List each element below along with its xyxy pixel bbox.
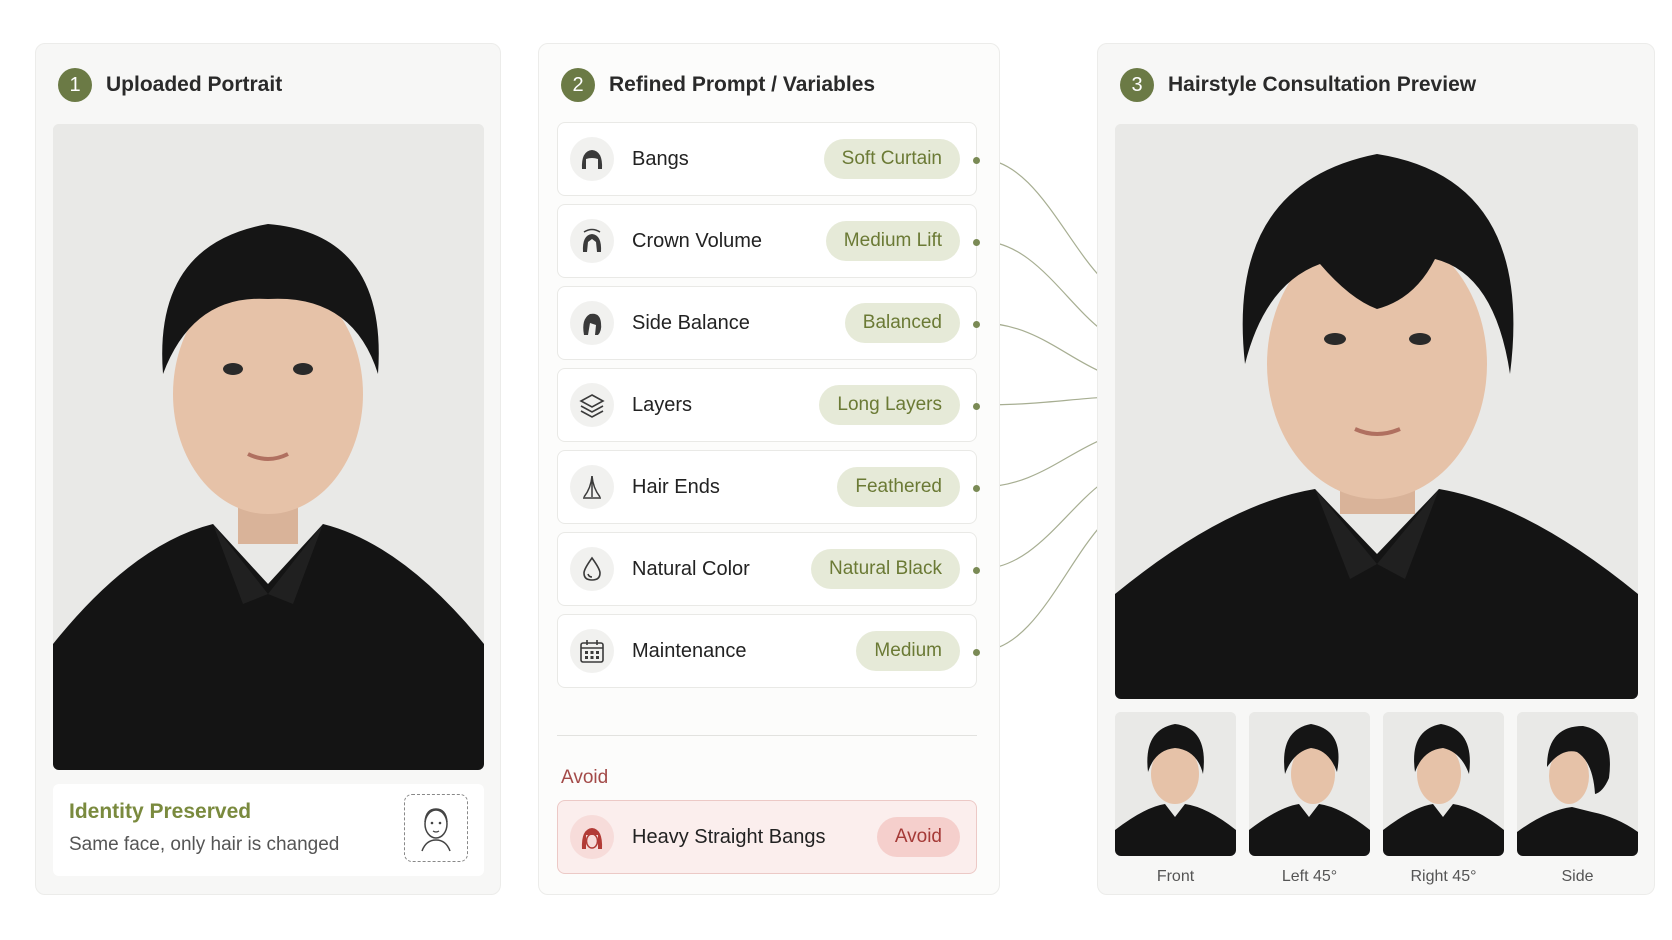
- view-label: Left 45°: [1281, 868, 1338, 885]
- view-label: Side: [1561, 868, 1594, 885]
- color-drop-icon: [570, 547, 614, 591]
- thumbnail-image: [1115, 712, 1236, 856]
- view-label: Right 45°: [1410, 868, 1477, 885]
- step-badge: 3: [1120, 68, 1154, 102]
- identity-preserved-card: Identity Preserved Same face, only hair …: [53, 784, 484, 876]
- variable-value-chip[interactable]: Natural Black: [811, 549, 960, 589]
- crown-volume-icon: [570, 219, 614, 263]
- calendar-icon: [570, 629, 614, 673]
- view-thumb-left-45[interactable]: Left 45°: [1249, 712, 1370, 886]
- view-label: Front: [1156, 868, 1195, 885]
- avoid-label: Heavy Straight Bangs: [632, 825, 826, 848]
- panel-header: 3 Hairstyle Consultation Preview: [1120, 68, 1476, 102]
- layers-icon: [570, 383, 614, 427]
- panel-header: 1 Uploaded Portrait: [58, 68, 282, 102]
- thumbnail-image: [1249, 712, 1370, 856]
- hairstyle-preview-image[interactable]: [1115, 124, 1638, 699]
- variable-value-chip[interactable]: Soft Curtain: [823, 139, 960, 179]
- step-badge: 1: [58, 68, 92, 102]
- heavy-bangs-icon: [570, 815, 614, 859]
- variable-row-side-balance[interactable]: Side Balance Balanced: [557, 286, 980, 360]
- variable-label: Side Balance: [632, 311, 750, 334]
- side-balance-icon: [570, 301, 614, 345]
- variable-row-natural-color[interactable]: Natural Color Natural Black: [557, 532, 980, 606]
- avoid-row-heavy-straight-bangs[interactable]: Heavy Straight Bangs Avoid: [557, 800, 977, 874]
- variable-label: Bangs: [632, 147, 689, 170]
- identity-subtitle: Same face, only hair is changed: [69, 834, 340, 855]
- panel-title: Uploaded Portrait: [106, 73, 283, 96]
- connector-dot: [973, 649, 980, 656]
- variable-row-maintenance[interactable]: Maintenance Medium: [557, 614, 980, 688]
- variable-value-chip[interactable]: Long Layers: [819, 385, 960, 425]
- divider: [557, 735, 977, 736]
- variable-label: Layers: [632, 393, 693, 416]
- panel-title: Hairstyle Consultation Preview: [1168, 73, 1477, 96]
- uploaded-portrait-panel: 1 Uploaded Portrait Identity Preserved S…: [35, 43, 501, 895]
- variable-row-bangs[interactable]: Bangs Soft Curtain: [557, 122, 980, 196]
- view-thumb-side[interactable]: Side: [1517, 712, 1638, 886]
- uploaded-portrait-image[interactable]: [53, 124, 484, 770]
- connector-dot: [973, 321, 980, 328]
- identity-title: Identity Preserved: [69, 800, 252, 823]
- avoid-heading: Avoid: [561, 767, 609, 788]
- thumbnail-image: [1517, 712, 1638, 856]
- variable-value-chip[interactable]: Feathered: [837, 467, 960, 507]
- hair-ends-icon: [570, 465, 614, 509]
- face-outline-icon: [404, 794, 468, 862]
- bangs-icon: [570, 137, 614, 181]
- connector-dot: [973, 239, 980, 246]
- thumbnail-image: [1383, 712, 1504, 856]
- connector-dot: [973, 157, 980, 164]
- variable-label: Crown Volume: [632, 229, 763, 252]
- view-thumb-right-45[interactable]: Right 45°: [1383, 712, 1504, 886]
- variable-value-chip[interactable]: Balanced: [844, 303, 960, 343]
- prompt-variables-panel: 2 Refined Prompt / Variables Bangs Soft …: [538, 43, 1000, 895]
- avoid-chip[interactable]: Avoid: [876, 817, 960, 857]
- variable-label: Maintenance: [632, 639, 747, 662]
- variable-row-layers[interactable]: Layers Long Layers: [557, 368, 980, 442]
- view-thumbnails: Front Left 45° Right 45° Side: [1115, 712, 1638, 886]
- panel-title: Refined Prompt / Variables: [609, 73, 876, 96]
- variable-value-chip[interactable]: Medium Lift: [825, 221, 960, 261]
- connector-dot: [973, 567, 980, 574]
- panel-header: 2 Refined Prompt / Variables: [561, 68, 875, 102]
- variable-value-chip[interactable]: Medium: [856, 631, 960, 671]
- variable-row-crown-volume[interactable]: Crown Volume Medium Lift: [557, 204, 980, 278]
- variable-label: Hair Ends: [632, 475, 720, 498]
- variable-label: Natural Color: [632, 557, 750, 580]
- view-thumb-front[interactable]: Front: [1115, 712, 1236, 886]
- connector-dot: [973, 403, 980, 410]
- connector-dot: [973, 485, 980, 492]
- hairstyle-preview-panel: 3 Hairstyle Consultation Preview Front L…: [1097, 43, 1655, 895]
- variable-row-hair-ends[interactable]: Hair Ends Feathered: [557, 450, 980, 524]
- step-badge: 2: [561, 68, 595, 102]
